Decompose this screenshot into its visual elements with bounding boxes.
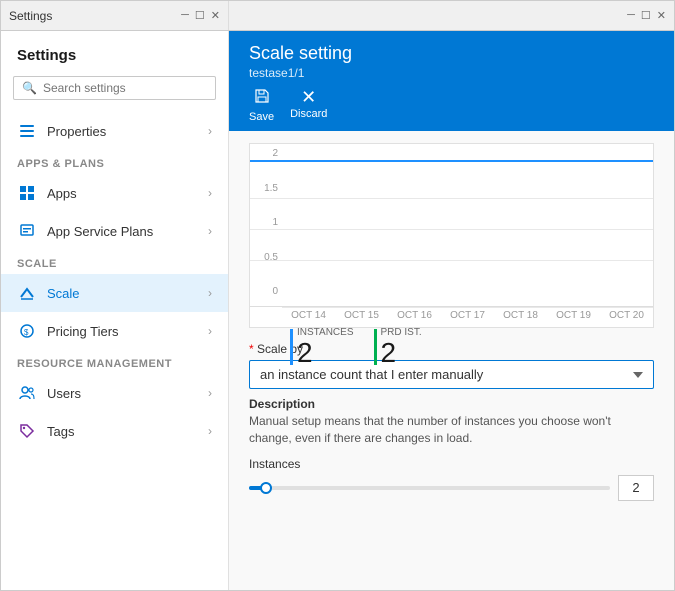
sidebar-item-label-scale: Scale [47,286,208,301]
properties-chevron-icon: › [208,124,212,138]
main-minimize-btn[interactable]: ─ [627,9,635,22]
metric-value-instances: 2 [297,339,354,367]
app-service-plans-chevron-icon: › [208,224,212,238]
scale-icon [17,283,37,303]
discard-label: Discard [290,108,327,120]
instances-count: 2 [618,475,654,501]
metric-bar-prd-ist [374,329,377,365]
search-input[interactable] [43,81,207,95]
apps-icon [17,183,37,203]
page-title: Scale setting [249,43,654,64]
chart-line [250,160,653,162]
chart-x-label-oct17: OCT 17 [441,308,494,323]
section-label-scale: SCALE [1,250,228,274]
sidebar-item-label-apps: Apps [47,186,208,201]
instances-slider[interactable] [249,478,610,498]
main-header: Scale setting testase1/1 Save ✕ Discard [229,31,674,131]
sidebar-item-label-tags: Tags [47,424,208,439]
instances-section: Instances 2 [249,457,654,501]
chart-x-label-oct14: OCT 14 [282,308,335,323]
sidebar-item-scale[interactable]: Scale › [1,274,228,312]
sidebar-item-label-app-service-plans: App Service Plans [47,224,208,239]
page-subtitle: testase1/1 [249,66,654,80]
sidebar-item-users[interactable]: Users › [1,374,228,412]
users-chevron-icon: › [208,386,212,400]
save-button[interactable]: Save [249,88,274,123]
pricing-tiers-icon: $ [17,321,37,341]
slider-thumb[interactable] [260,482,272,494]
instances-label: Instances [249,457,654,471]
sidebar-item-tags[interactable]: Tags › [1,412,228,450]
description-text: Manual setup means that the number of in… [249,413,654,447]
settings-maximize-btn[interactable]: ☐ [195,9,205,22]
chart-x-label-oct18: OCT 18 [494,308,547,323]
tags-chevron-icon: › [208,424,212,438]
main-close-btn[interactable]: ✕ [657,9,666,22]
sidebar-item-pricing-tiers[interactable]: $ Pricing Tiers › [1,312,228,350]
sidebar: Settings 🔍 Properties › APPS & PLANS App… [1,31,229,590]
apps-chevron-icon: › [208,186,212,200]
sidebar-title: Settings [1,31,228,76]
save-icon [254,88,270,109]
scale-chevron-icon: › [208,286,212,300]
chart-metrics: INSTANCES 2 PRD IST. 2 [282,323,653,371]
metric-instances: INSTANCES 2 [290,327,354,367]
metric-bar-instances [290,329,293,365]
chart-x-label-oct15: OCT 15 [335,308,388,323]
search-icon: 🔍 [22,81,37,95]
instances-row: 2 [249,475,654,501]
main-content: Scale setting testase1/1 Save ✕ Discard [229,31,674,590]
sidebar-item-properties[interactable]: Properties › [1,112,228,150]
discard-button[interactable]: ✕ Discard [290,88,327,123]
metric-prd-ist: PRD IST. 2 [374,327,422,367]
toolbar: Save ✕ Discard [249,88,654,123]
slider-track [249,486,610,490]
tags-icon [17,421,37,441]
chart-x-axis: OCT 14 OCT 15 OCT 16 OCT 17 OCT 18 OCT 1… [282,307,653,323]
description-title: Description [249,397,654,411]
section-label-apps-plans: APPS & PLANS [1,150,228,174]
properties-icon [17,121,37,141]
chart-x-label-oct19: OCT 19 [547,308,600,323]
main-maximize-btn[interactable]: ☐ [641,9,651,22]
sidebar-item-label-users: Users [47,386,208,401]
description-section: Description Manual setup means that the … [249,397,654,447]
svg-text:$: $ [24,328,29,337]
metric-value-prd-ist: 2 [381,339,422,367]
pricing-tiers-chevron-icon: › [208,324,212,338]
chart-area: 2 1.5 1 0.5 0 [249,143,654,328]
search-box[interactable]: 🔍 [13,76,216,100]
sidebar-item-apps[interactable]: Apps › [1,174,228,212]
chart-x-label-oct20: OCT 20 [600,308,653,323]
sidebar-item-label-pricing-tiers: Pricing Tiers [47,324,208,339]
sidebar-item-app-service-plans[interactable]: App Service Plans › [1,212,228,250]
discard-icon: ✕ [301,88,316,106]
sidebar-item-label-properties: Properties [47,124,208,139]
settings-minimize-btn[interactable]: ─ [181,9,189,22]
settings-close-btn[interactable]: ✕ [211,9,220,22]
save-label: Save [249,111,274,123]
main-body: 2 1.5 1 0.5 0 [229,131,674,590]
users-icon [17,383,37,403]
section-label-resource-management: RESOURCE MANAGEMENT [1,350,228,374]
app-service-plans-icon [17,221,37,241]
settings-window-title: Settings [9,9,52,23]
chart-x-label-oct16: OCT 16 [388,308,441,323]
